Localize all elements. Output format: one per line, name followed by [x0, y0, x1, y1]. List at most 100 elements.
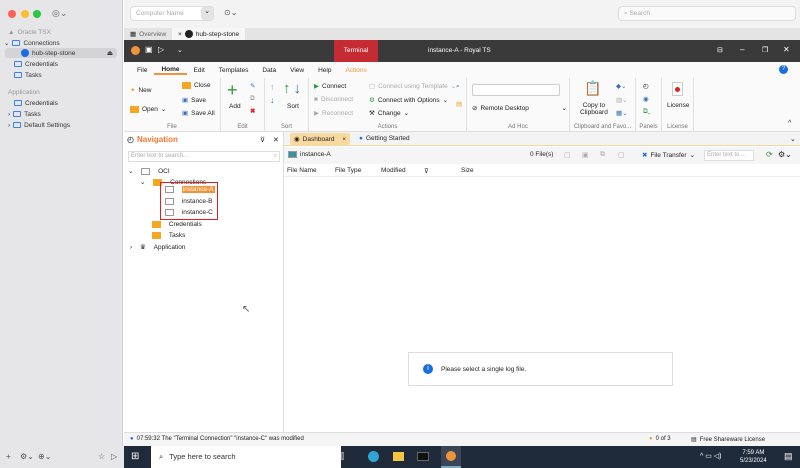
menu-actions[interactable]: Actions — [338, 67, 373, 74]
remote-desktop-select[interactable]: ⊘Remote Desktop⌄ — [472, 104, 567, 112]
connect-options-button[interactable]: ⚙Connect with Options ⌄ — [369, 96, 448, 104]
favorites-folder-icon[interactable]: ▦⌄ — [616, 109, 628, 117]
notification-icon[interactable]: ▤ — [784, 451, 793, 462]
windows-start-icon[interactable]: ⊞ — [131, 451, 139, 462]
layout-icon[interactable]: ⊟ — [717, 46, 723, 54]
navigation-panel-icon[interactable]: ◴ — [643, 82, 649, 90]
dashboard-panel-icon[interactable]: ◉ — [643, 95, 649, 103]
windows-panel-icon[interactable]: ⧉⌄ — [643, 108, 651, 116]
play-icon[interactable]: ▷ — [111, 452, 117, 461]
search-icon[interactable]: ⌕ — [456, 83, 460, 91]
navigation-search-input[interactable]: Enter text to search...⌕ — [128, 151, 280, 162]
close-icon[interactable]: ✕ — [783, 45, 790, 54]
minimize-icon[interactable]: – — [740, 45, 744, 54]
adhoc-input[interactable] — [472, 84, 560, 96]
collapse-ribbon-icon[interactable]: ^ — [788, 120, 791, 127]
help-icon[interactable]: ? — [779, 65, 788, 74]
move-up-icon[interactable]: ↑ — [270, 82, 275, 92]
tab-overview[interactable]: ▦Overview — [124, 28, 172, 40]
menu-view[interactable]: View — [283, 67, 311, 74]
notes-icon[interactable]: ▤ — [456, 100, 462, 108]
copy-icon[interactable]: ⧉ — [250, 95, 255, 103]
mac-host-item[interactable]: hub-step-stone⏏ — [5, 48, 117, 58]
clock[interactable]: 7:59 AM5/23/2024 — [740, 449, 767, 465]
file-explorer-icon[interactable] — [393, 452, 404, 461]
mac-default-settings[interactable]: ›Default Settings — [8, 120, 70, 130]
connect-template-button[interactable]: ▢Connect using Template ⌄ — [369, 82, 456, 90]
task-view-icon[interactable]: ⫿ — [341, 451, 344, 462]
tab-dashboard[interactable]: ◉Dashboard × — [290, 133, 350, 145]
column-file-type[interactable]: File Type — [335, 167, 361, 174]
notification-count[interactable]: ●0 of 3 — [649, 436, 671, 442]
search-input[interactable]: ⌕ Search — [618, 6, 796, 21]
gear-icon[interactable]: ⚙⌄ — [778, 150, 792, 159]
favorite-icon[interactable]: ▨⌄ — [616, 96, 628, 104]
pin-icon[interactable]: ⊽ — [260, 136, 265, 144]
column-size[interactable]: Size — [461, 167, 474, 174]
clipboard-icon[interactable]: 📋 — [584, 80, 601, 97]
license-button[interactable]: License — [667, 102, 689, 109]
new-folder-icon[interactable]: ▢ — [564, 151, 571, 159]
sort-icon[interactable]: ↑↓ — [283, 80, 301, 97]
menu-help[interactable]: Help — [311, 67, 338, 74]
new-document-icon[interactable]: ▷ — [158, 45, 164, 54]
tree-item-credentials[interactable]: Credentials — [152, 221, 202, 228]
tree-item-application[interactable]: › ♛ Application — [130, 243, 185, 251]
minimize-window-button[interactable] — [21, 10, 29, 18]
move-down-icon[interactable]: ↓ — [270, 95, 275, 105]
settings-icon[interactable]: ⊕⌄ — [38, 452, 51, 461]
chevron-down-icon[interactable]: ⌄ — [201, 7, 213, 20]
terminal-app-icon[interactable] — [417, 452, 429, 461]
eject-icon[interactable]: ⏏ — [107, 49, 113, 57]
mac-credentials[interactable]: Credentials — [14, 59, 58, 69]
gear-icon[interactable]: ⚙⌄ — [20, 452, 34, 461]
save-button[interactable]: ▣Save — [182, 96, 206, 104]
close-window-button[interactable] — [8, 10, 16, 18]
mac-app-tasks[interactable]: ›Tasks — [8, 109, 41, 119]
tree-item-tasks[interactable]: Tasks — [152, 232, 185, 239]
copy-to-clipboard-button[interactable]: Copy toClipboard — [580, 102, 608, 116]
file-filter-input[interactable]: Enter text to ... — [704, 150, 754, 161]
delete-icon[interactable]: ✖ — [250, 107, 255, 115]
add-icon[interactable]: + — [6, 452, 11, 461]
tree-item-instance-c[interactable]: instance-C — [165, 209, 213, 216]
close-icon[interactable]: ✕ — [273, 136, 279, 144]
play-circle-icon[interactable]: ⊙⌄ — [224, 8, 237, 17]
save-icon[interactable]: ▣ — [145, 45, 153, 54]
column-modified[interactable]: Modified — [381, 167, 406, 174]
chevron-down-icon[interactable]: ⌄ — [790, 135, 796, 143]
tree-item-oci[interactable]: ⌄ OCI — [128, 167, 170, 175]
sort-button[interactable]: Sort — [287, 103, 299, 110]
license-status[interactable]: ▤Free Shareware License — [691, 436, 765, 443]
mac-tasks[interactable]: Tasks — [14, 70, 42, 80]
change-button[interactable]: ⚒Change ⌄ — [369, 109, 409, 117]
edit-icon[interactable]: ✎ — [250, 82, 255, 90]
close-icon[interactable]: × — [178, 31, 182, 38]
restore-icon[interactable]: ❐ — [762, 46, 768, 54]
reconnect-button[interactable]: ▶Reconnect — [314, 109, 353, 117]
tree-item-instance-b[interactable]: instance-B — [165, 198, 213, 205]
connection-status-icon[interactable]: ◎⌄ — [52, 8, 67, 19]
tab-getting-started[interactable]: ●Getting Started — [359, 135, 410, 142]
new-button[interactable]: ✦New — [130, 86, 151, 94]
menu-data[interactable]: Data — [255, 67, 283, 74]
customize-icon[interactable]: ⌄ — [177, 46, 183, 54]
tree-item-instance-a[interactable]: instance-A — [165, 186, 215, 193]
menu-home[interactable]: Home — [154, 66, 186, 75]
menu-templates[interactable]: Templates — [212, 67, 256, 74]
menu-file[interactable]: File — [130, 67, 154, 74]
refresh-icon[interactable]: ⟳ — [766, 150, 773, 159]
open-button[interactable]: Open ⌄ — [130, 105, 166, 113]
edge-icon[interactable] — [368, 451, 379, 462]
system-tray-icons[interactable]: ^ ▭ ◁) — [700, 452, 722, 460]
column-file-name[interactable]: File Name — [287, 167, 317, 174]
move-icon[interactable]: ▣ — [582, 151, 589, 159]
connect-button[interactable]: ▶Connect — [314, 82, 346, 90]
add-icon[interactable]: + — [227, 80, 238, 101]
copy-icon[interactable]: ⧉ — [600, 151, 605, 159]
mac-app-credentials[interactable]: Credentials — [14, 98, 58, 108]
menu-edit[interactable]: Edit — [187, 67, 212, 74]
mac-connections[interactable]: ⌄Connections — [4, 38, 60, 48]
zoom-window-button[interactable] — [33, 10, 41, 18]
close-icon[interactable]: × — [342, 136, 346, 143]
